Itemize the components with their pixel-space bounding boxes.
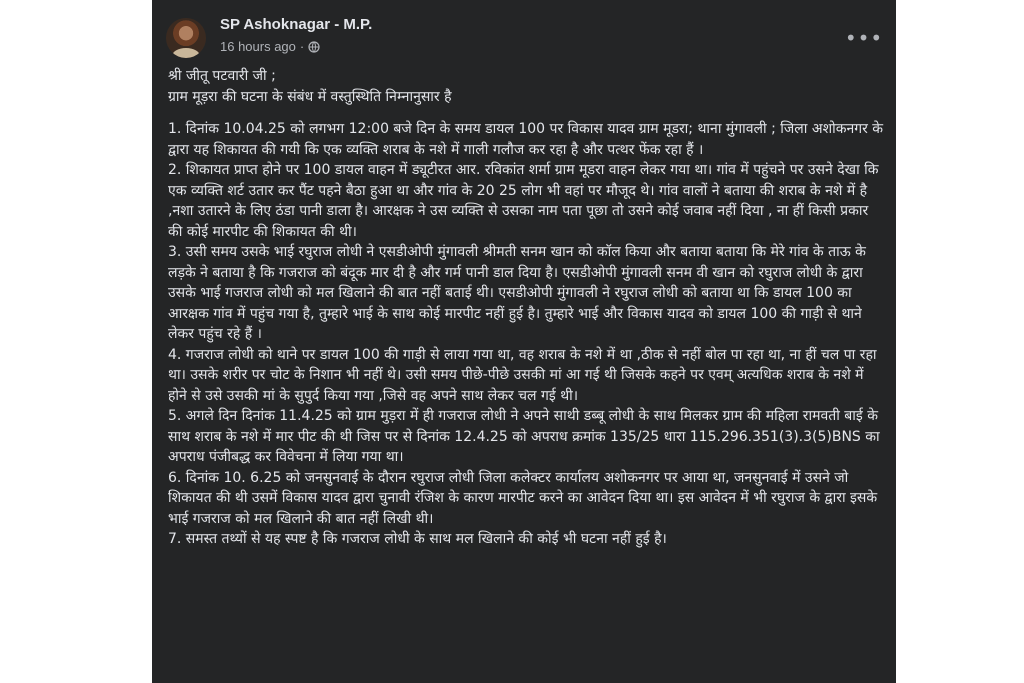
globe-icon [308,40,320,53]
post-time[interactable]: 16 hours ago [220,39,296,54]
subject-line: ग्राम मूड़रा की घटना के संबंध में वस्तुस… [168,88,452,105]
author-name[interactable]: SP Ashoknagar - M.P. [220,16,372,33]
avatar[interactable] [166,18,206,58]
paragraph-7: 7. समस्त तथ्यों से यह स्पष्ट है कि गजराज… [168,531,667,547]
greeting-line: श्री जीतू पटवारी जी ; [168,68,276,84]
paragraph-4: 4. गजराज लोधी को थाने पर डायल 100 की गाड… [168,346,877,404]
paragraph-1: 1. दिनांक 10.04.25 को लगभग 12:00 बजे दिन… [168,121,884,158]
more-options-button[interactable]: ••• [845,20,882,56]
post-header: SP Ashoknagar - M.P. 16 hours ago · ••• [166,14,882,58]
meta-separator: · [299,39,305,54]
paragraph-3: 3. उसी समय उसके भाई रघुराज लोधी ने एसडीओ… [168,244,866,342]
post-meta: 16 hours ago · [220,39,320,54]
post-body: श्री जीतू पटवारी जी ; ग्राम मूड़रा की घट… [168,66,886,550]
paragraph-5: 5. अगले दिन दिनांक 11.4.25 को ग्राम मुड़… [168,408,880,465]
facebook-post: SP Ashoknagar - M.P. 16 hours ago · ••• … [152,0,896,683]
paragraph-6: 6. दिनांक 10. 6.25 को जनसुनवाई के दौरान … [168,469,878,527]
paragraph-2: 2. शिकायत प्राप्त होने पर 100 डायल वाहन … [168,162,879,240]
